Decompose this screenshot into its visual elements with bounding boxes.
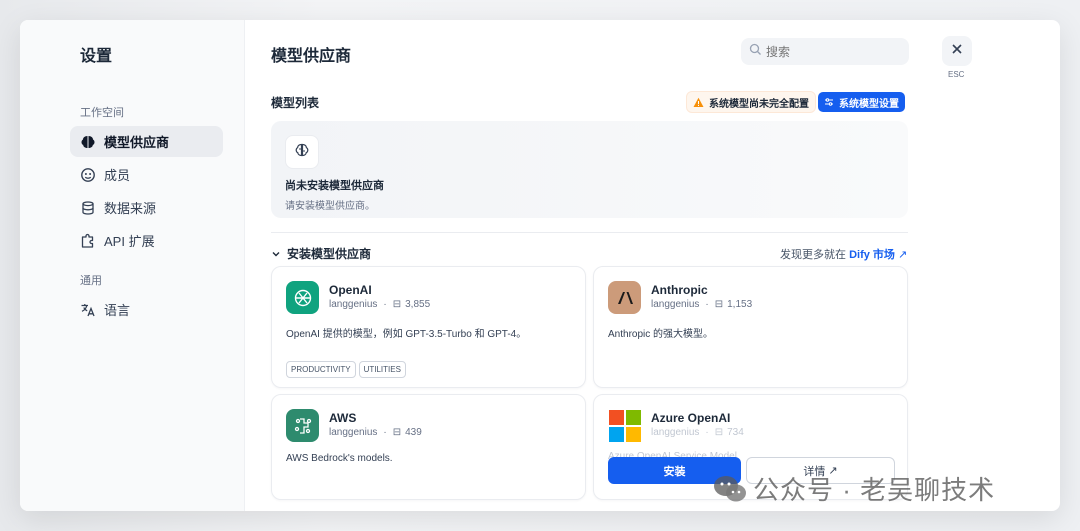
install-count: 734	[727, 427, 744, 438]
sidebar-item-label: 模型供应商	[104, 135, 170, 150]
install-count: 439	[405, 427, 422, 438]
install-providers-label: 安装模型供应商	[287, 247, 372, 261]
download-icon: ⊟	[714, 299, 724, 310]
install-providers-toggle[interactable]: 安装模型供应商	[271, 245, 371, 262]
provider-card-openai[interactable]: OpenAI langgenius · ⊟ 3,855 OpenAI 提供的模型…	[271, 266, 586, 388]
provider-name: OpenAI	[329, 283, 372, 297]
empty-state-description: 请安装模型供应商。	[285, 201, 375, 212]
meta-separator: ·	[705, 427, 709, 438]
esc-label: ESC	[948, 70, 965, 79]
system-model-settings-button[interactable]: 系统模型设置	[818, 92, 905, 112]
members-icon	[80, 167, 96, 183]
marketplace-link[interactable]: 发现更多就在 Dify 市场 ↗	[780, 246, 907, 262]
settings-sliders-icon	[824, 97, 834, 107]
system-model-warning-badge: 系统模型尚未完全配置	[686, 91, 816, 113]
tag-list: PRODUCTIVITY UTILITIES	[286, 361, 406, 378]
close-button[interactable]	[942, 36, 972, 66]
sidebar-item-api-extension[interactable]: API 扩展	[70, 225, 223, 256]
database-icon	[80, 200, 96, 216]
market-link-label: Dify 市场	[849, 249, 895, 261]
divider	[271, 232, 908, 233]
provider-meta: langgenius · ⊟ 734	[651, 427, 744, 438]
openai-logo-icon	[286, 281, 319, 314]
empty-state-title: 尚未安装模型供应商	[285, 180, 384, 192]
sidebar-item-label: 语言	[104, 303, 131, 318]
provider-meta: langgenius · ⊟ 1,153	[651, 299, 752, 310]
warning-icon	[693, 97, 704, 108]
empty-state-icon-box	[285, 135, 319, 169]
meta-separator: ·	[383, 427, 387, 438]
translate-icon	[80, 302, 96, 318]
search-box[interactable]	[741, 38, 909, 65]
aws-bedrock-logo-icon	[286, 409, 319, 442]
install-count: 1,153	[727, 299, 753, 310]
search-icon	[749, 43, 762, 61]
search-input[interactable]	[766, 44, 906, 59]
provider-name: AWS	[329, 411, 357, 425]
download-icon: ⊟	[714, 427, 724, 438]
download-icon: ⊟	[392, 427, 402, 438]
anthropic-logo-icon	[608, 281, 641, 314]
provider-name: Azure OpenAI	[651, 411, 731, 425]
provider-description: OpenAI 提供的模型，例如 GPT-3.5-Turbo 和 GPT-4。	[286, 329, 527, 340]
install-count: 3,855	[405, 299, 431, 310]
provider-card-aws[interactable]: AWS langgenius · ⊟ 439 AWS Bedrock's mod…	[271, 394, 586, 500]
sidebar-item-label: 成员	[104, 168, 131, 183]
sidebar-item-language[interactable]: 语言	[70, 294, 223, 325]
provider-description: Anthropic 的强大模型。	[608, 329, 714, 340]
sidebar-item-members[interactable]: 成员	[70, 159, 223, 190]
wechat-icon	[713, 475, 747, 503]
provider-description: AWS Bedrock's models.	[286, 453, 393, 464]
sidebar-item-data-source[interactable]: 数据来源	[70, 192, 223, 223]
watermark: 公众号 · 老吴聊技术	[713, 470, 995, 507]
brain-outline-icon	[294, 142, 310, 163]
warning-text: 系统模型尚未完全配置	[709, 98, 809, 110]
sidebar-item-label: 数据来源	[104, 201, 157, 216]
workspace-section-label: 工作空间	[80, 107, 124, 119]
provider-author: langgenius	[329, 299, 378, 310]
close-icon	[951, 42, 963, 60]
sidebar: 设置 工作空间 模型供应商 成员 数据来源 API 扩展 通用 语言	[20, 20, 245, 511]
sidebar-item-label: API 扩展	[104, 234, 155, 249]
general-section-label: 通用	[80, 275, 102, 287]
meta-separator: ·	[705, 299, 709, 310]
provider-meta: langgenius · ⊟ 3,855	[329, 299, 430, 310]
provider-author: langgenius	[329, 427, 378, 438]
microsoft-logo-icon	[608, 409, 641, 442]
provider-author: langgenius	[651, 299, 700, 310]
provider-meta: langgenius · ⊟ 439	[329, 427, 422, 438]
provider-name: Anthropic	[651, 283, 708, 297]
empty-state-card: 尚未安装模型供应商 请安装模型供应商。	[271, 121, 908, 218]
external-link-icon: ↗	[897, 249, 908, 261]
sidebar-title: 设置	[80, 48, 113, 65]
system-model-settings-label: 系统模型设置	[839, 98, 899, 110]
tag: PRODUCTIVITY	[286, 361, 356, 378]
puzzle-icon	[80, 233, 96, 249]
meta-separator: ·	[383, 299, 387, 310]
brain-icon	[80, 134, 96, 150]
tag: UTILITIES	[358, 361, 406, 378]
provider-author: langgenius	[651, 427, 700, 438]
watermark-text: 公众号 · 老吴聊技术	[753, 475, 996, 505]
chevron-down-icon	[271, 249, 281, 259]
model-list-label: 模型列表	[271, 96, 320, 110]
download-icon: ⊟	[392, 299, 402, 310]
settings-modal: 设置 工作空间 模型供应商 成员 数据来源 API 扩展 通用 语言 模型供应商…	[20, 20, 1060, 511]
sidebar-item-model-provider[interactable]: 模型供应商	[70, 126, 223, 157]
provider-card-anthropic[interactable]: Anthropic langgenius · ⊟ 1,153 Anthropic…	[593, 266, 908, 388]
market-text: 发现更多就在	[780, 249, 846, 261]
main-panel: 模型供应商 ESC 模型列表 系统模型尚未完全配置 系统模型设置	[245, 20, 1060, 511]
